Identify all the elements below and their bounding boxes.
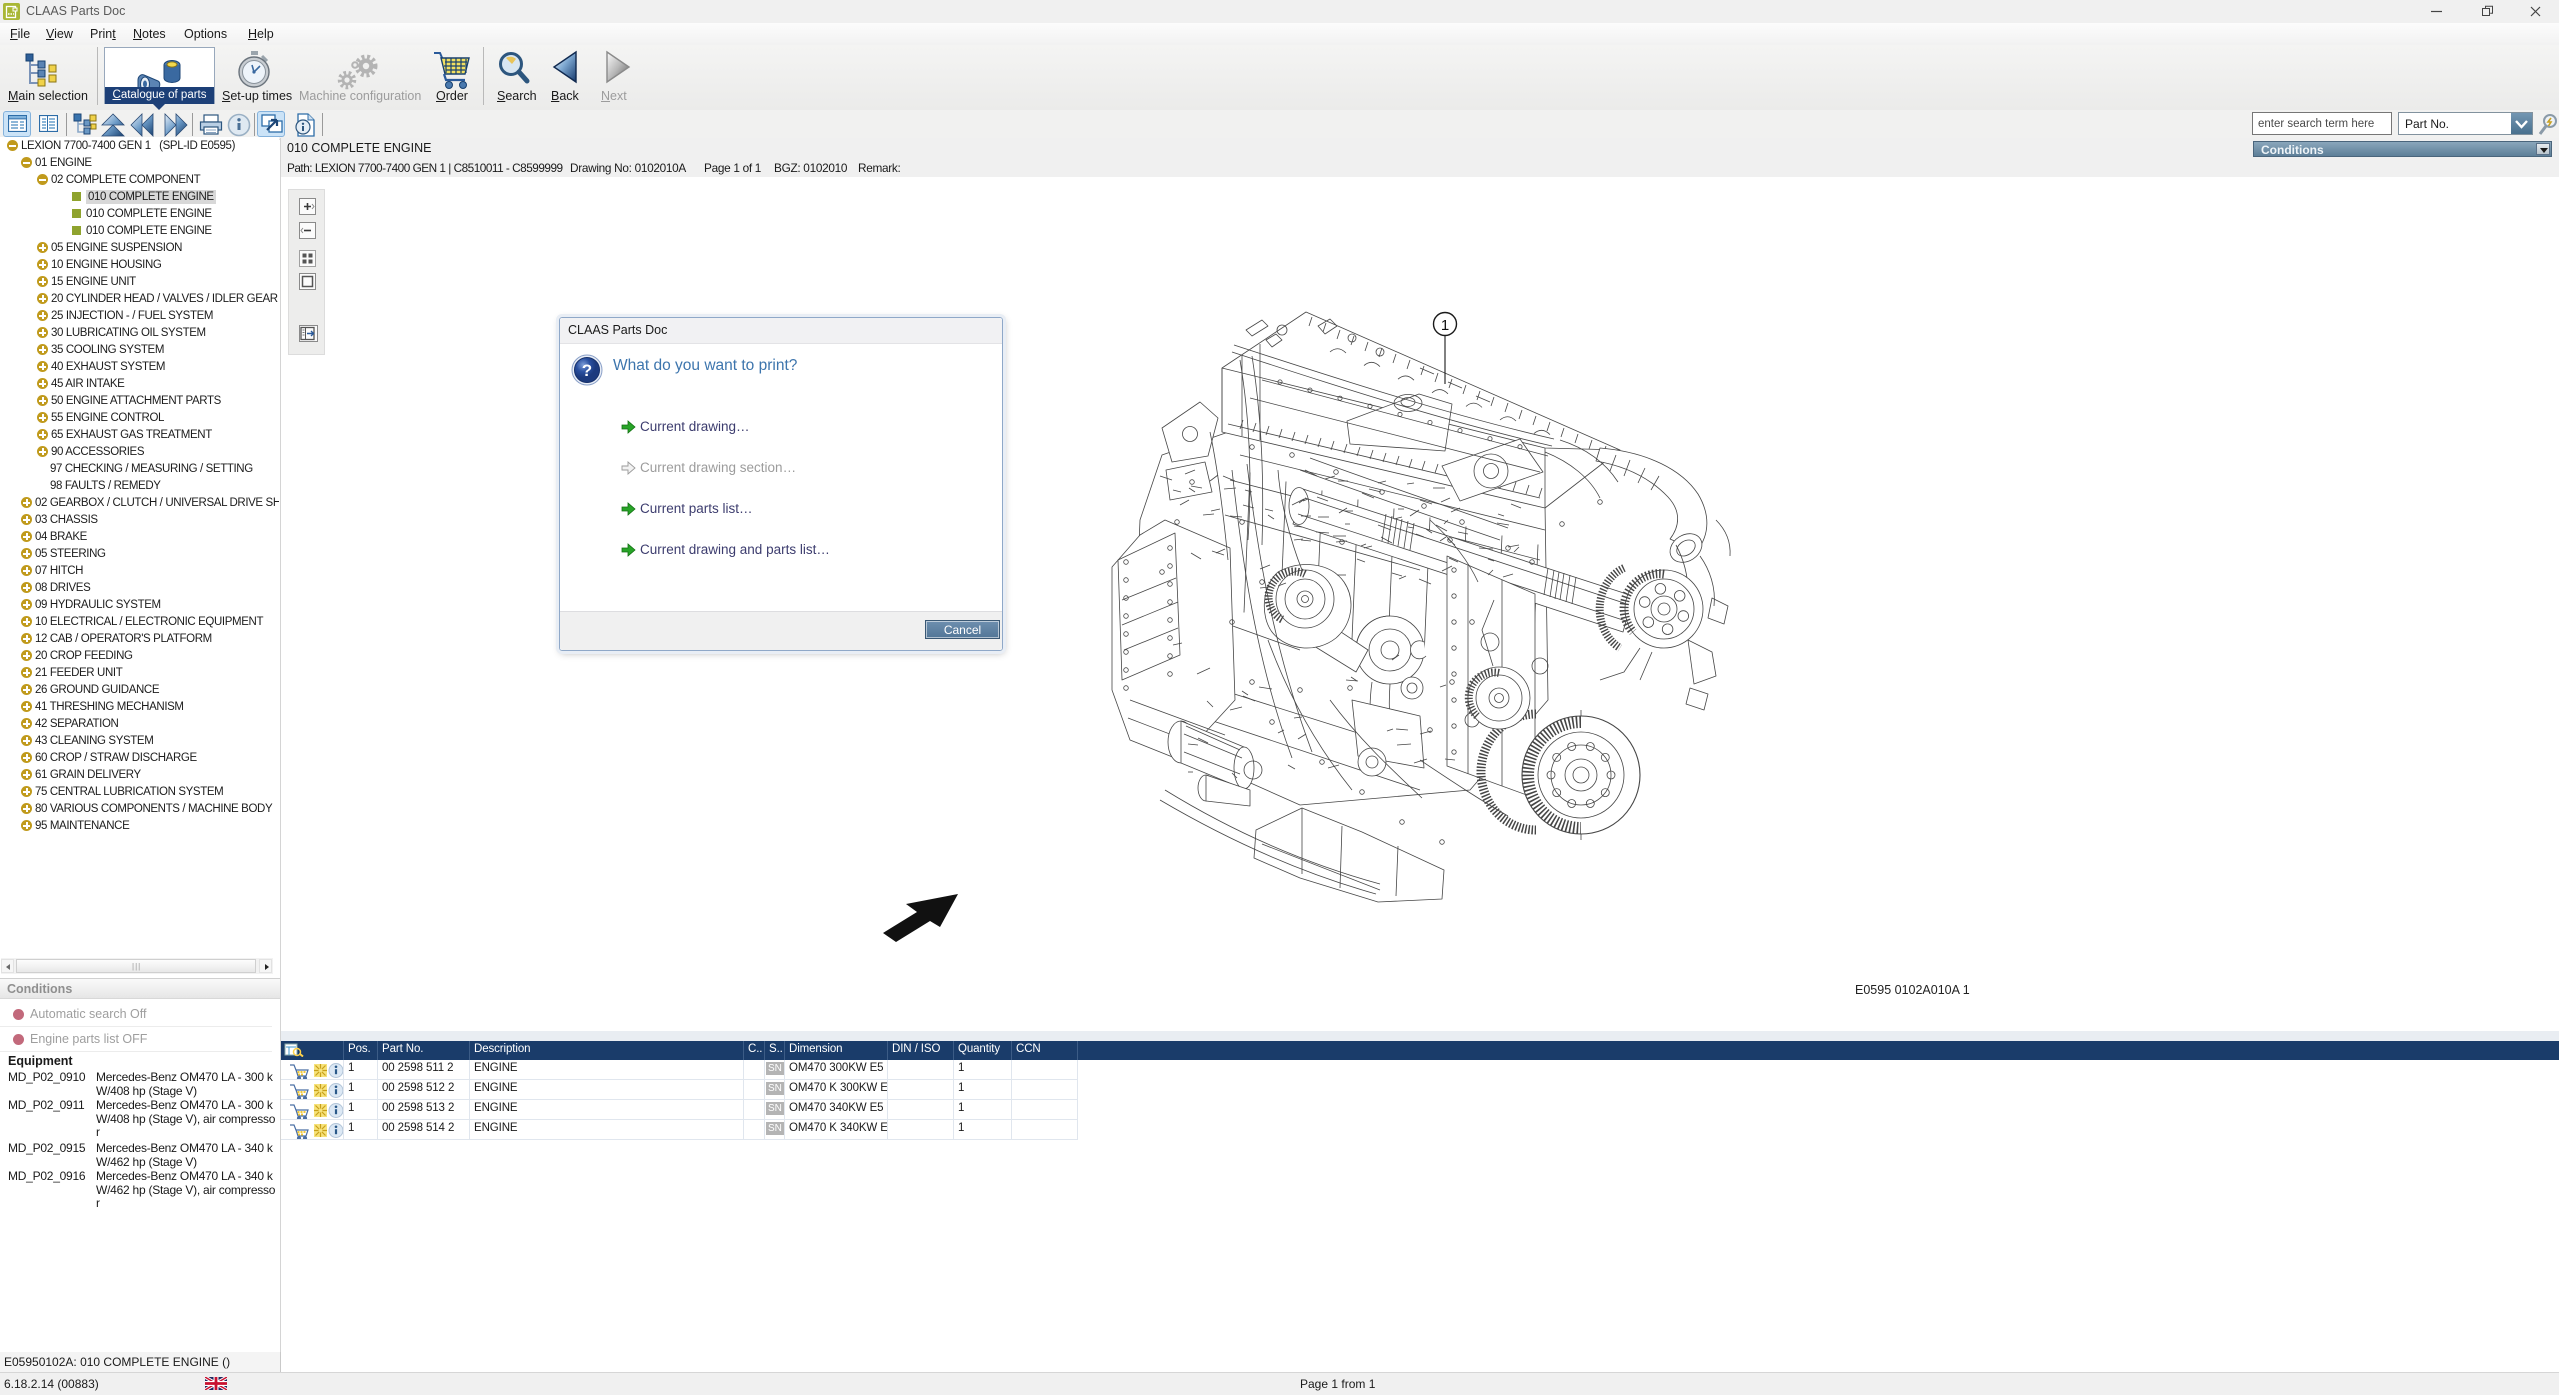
svg-text:1: 1 <box>1441 317 1449 334</box>
svg-text:?: ? <box>582 361 592 380</box>
